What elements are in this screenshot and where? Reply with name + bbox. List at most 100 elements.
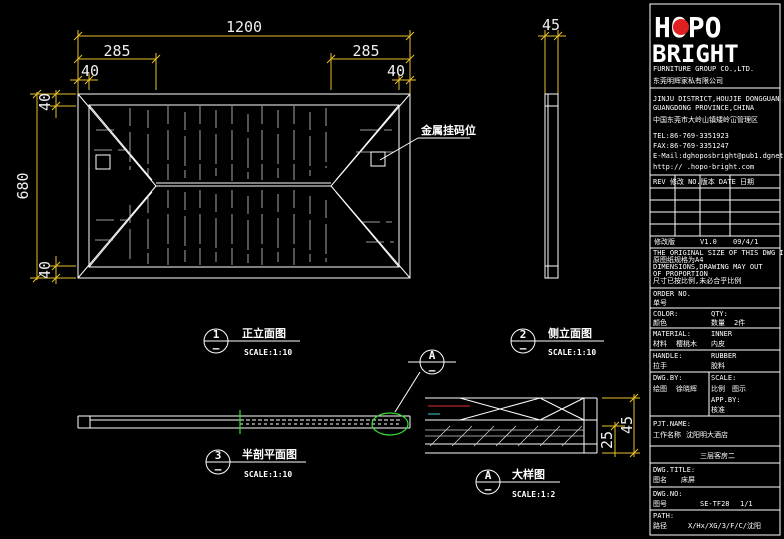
svg-text:徐晓辉: 徐晓辉 bbox=[676, 384, 697, 393]
svg-text:http:// .hopo-bright.com: http:// .hopo-bright.com bbox=[653, 163, 754, 171]
svg-text:HANDLE:: HANDLE: bbox=[653, 352, 683, 360]
svg-text:APP.BY:: APP.BY: bbox=[711, 396, 741, 404]
svg-text:拉手: 拉手 bbox=[653, 361, 667, 370]
svg-text:—: — bbox=[485, 483, 492, 496]
svg-text:—: — bbox=[520, 342, 527, 355]
view-scale-a: SCALE:1:2 bbox=[512, 490, 556, 499]
company-cn: 东莞明辉家私有限公司 bbox=[653, 76, 723, 85]
detail-dim-25: 25 bbox=[598, 431, 616, 449]
svg-text:GUANGDONG PROVINCE,CHINA: GUANGDONG PROVINCE,CHINA bbox=[653, 104, 755, 112]
svg-text:颜色: 颜色 bbox=[653, 318, 667, 327]
logo-mark bbox=[673, 19, 689, 35]
svg-text:JINJU DISTRICT,HOUJIE DONGGUA: JINJU DISTRICT,HOUJIE DONGGUAN bbox=[653, 95, 779, 103]
svg-text:DWG.BY:: DWG.BY: bbox=[653, 374, 683, 382]
view-label-2: 2 — 侧立面图 SCALE:1:10 bbox=[510, 326, 604, 357]
cad-drawing: 1200 285 285 40 40 45 680 40 40 金属挂码位 1 … bbox=[14, 3, 784, 536]
detail-marker: A — bbox=[408, 349, 456, 377]
dim-overall-width: 1200 bbox=[226, 18, 262, 36]
hanger-callout: 金属挂码位 bbox=[379, 123, 476, 161]
detail-dim-45: 45 bbox=[618, 416, 636, 434]
svg-text:PATH:: PATH: bbox=[653, 512, 674, 520]
dim-top-edge: 40 bbox=[36, 93, 54, 111]
drawing-title: 床屏 bbox=[681, 475, 695, 484]
dim-overall-height: 680 bbox=[14, 172, 32, 199]
svg-text:—: — bbox=[429, 364, 436, 377]
view-scale-3: SCALE:1:10 bbox=[244, 470, 292, 479]
detail-a: 45 25 bbox=[425, 393, 640, 458]
svg-text:FAX:86-769-3351247: FAX:86-769-3351247 bbox=[653, 142, 729, 150]
hanger-plate-left bbox=[95, 154, 111, 170]
svg-text:SCALE:: SCALE: bbox=[711, 374, 736, 382]
svg-text:内皮: 内皮 bbox=[711, 339, 725, 348]
dim-right-edge: 40 bbox=[387, 62, 405, 80]
section-plan bbox=[77, 371, 421, 436]
svg-text:RUBBER: RUBBER bbox=[711, 352, 737, 360]
svg-text:材料: 材料 bbox=[653, 339, 667, 348]
left-dimensions: 680 40 40 bbox=[14, 89, 76, 284]
dim-left-inset: 285 bbox=[103, 42, 130, 60]
svg-text:2件: 2件 bbox=[734, 318, 745, 327]
callout-label: 金属挂码位 bbox=[420, 123, 476, 137]
svg-text:图名: 图名 bbox=[653, 475, 667, 484]
view-label-1: 1 — 正立面图 SCALE:1:10 bbox=[203, 326, 300, 357]
svg-text:绘图: 绘图 bbox=[653, 384, 667, 393]
title-block: HOPO BRIGHT FURNITURE GROUP CO.,LTD. 东莞明… bbox=[649, 3, 784, 536]
svg-text:A: A bbox=[485, 469, 492, 482]
view-scale-2: SCALE:1:10 bbox=[548, 348, 596, 357]
svg-text:INNER: INNER bbox=[711, 330, 733, 338]
svg-text:樱桃木: 樱桃木 bbox=[676, 339, 697, 348]
svg-text:路径: 路径 bbox=[653, 521, 667, 530]
side-elevation bbox=[544, 93, 559, 279]
top-dimensions: 1200 285 285 40 40 45 bbox=[70, 16, 566, 95]
svg-text:尺寸已按比例,未必合乎比例: 尺寸已按比例,未必合乎比例 bbox=[653, 276, 741, 285]
svg-text:REV 修改 NO.版本 DATE 日期: REV 修改 NO.版本 DATE 日期 bbox=[653, 177, 754, 186]
svg-text:PJT.NAME:: PJT.NAME: bbox=[653, 420, 691, 428]
svg-text:数量: 数量 bbox=[711, 318, 725, 327]
svg-text:比例: 比例 bbox=[711, 384, 725, 393]
front-elevation bbox=[77, 93, 411, 279]
svg-text:TEL:86-769-3351923: TEL:86-769-3351923 bbox=[653, 132, 729, 140]
drawing-number: SE-TF28 bbox=[700, 500, 730, 508]
dim-bottom-edge: 40 bbox=[36, 261, 54, 279]
svg-text:DWG.NO:: DWG.NO: bbox=[653, 490, 683, 498]
dim-left-edge: 40 bbox=[81, 62, 99, 80]
view-scale-1: SCALE:1:10 bbox=[244, 348, 292, 357]
project-name: 沈阳明大酒店 bbox=[686, 430, 728, 439]
svg-text:1/1: 1/1 bbox=[740, 500, 753, 508]
room-name: 三层客房二 bbox=[700, 451, 735, 460]
view-title-a: 大样图 bbox=[512, 467, 545, 481]
view-label-a: A — 大样图 SCALE:1:2 bbox=[475, 467, 560, 499]
svg-text:胶料: 胶料 bbox=[711, 361, 725, 370]
svg-text:图号: 图号 bbox=[653, 500, 667, 508]
svg-text:工作名称: 工作名称 bbox=[653, 430, 681, 439]
view-title-2: 侧立面图 bbox=[548, 326, 592, 340]
svg-text:—: — bbox=[213, 342, 220, 355]
svg-text:中国东莞市大岭山镇矮岭冚管理区: 中国东莞市大岭山镇矮岭冚管理区 bbox=[653, 115, 758, 124]
svg-text:COLOR:: COLOR: bbox=[653, 310, 678, 318]
svg-text:单号: 单号 bbox=[653, 298, 667, 307]
hanger-plate-right bbox=[370, 151, 386, 167]
svg-text:09/4/1: 09/4/1 bbox=[733, 238, 758, 246]
view-title-1: 正立面图 bbox=[242, 326, 286, 340]
drawing-path: X/Hx/XG/3/F/C/沈阳 bbox=[688, 521, 761, 530]
logo-line-2: BRIGHT bbox=[652, 40, 739, 68]
svg-text:2: 2 bbox=[520, 328, 527, 341]
svg-text:3: 3 bbox=[215, 449, 222, 462]
svg-text:—: — bbox=[215, 463, 222, 476]
svg-text:ORDER NO.: ORDER NO. bbox=[653, 290, 691, 298]
svg-text:图示: 图示 bbox=[732, 385, 746, 393]
svg-text:1: 1 bbox=[213, 328, 220, 341]
dim-thickness: 45 bbox=[542, 16, 560, 34]
svg-text:A: A bbox=[429, 349, 436, 362]
svg-text:核准: 核准 bbox=[711, 405, 725, 414]
company-en: FURNITURE GROUP CO.,LTD. bbox=[653, 65, 754, 73]
svg-text:QTY:: QTY: bbox=[711, 310, 728, 318]
svg-text:V1.0: V1.0 bbox=[700, 238, 717, 246]
dim-right-inset: 285 bbox=[352, 42, 379, 60]
view-label-3: 3 — 半剖平面图 SCALE:1:10 bbox=[205, 447, 306, 479]
svg-text:E-Mail:dghoposbright@pub1.dgne: E-Mail:dghoposbright@pub1.dgnet.gd.cn bbox=[653, 152, 784, 160]
svg-text:MATERIAL:: MATERIAL: bbox=[653, 330, 691, 338]
view-title-3: 半剖平面图 bbox=[242, 447, 297, 461]
svg-text:DWG.TITLE:: DWG.TITLE: bbox=[653, 466, 695, 474]
svg-text:修改版: 修改版 bbox=[654, 237, 675, 246]
